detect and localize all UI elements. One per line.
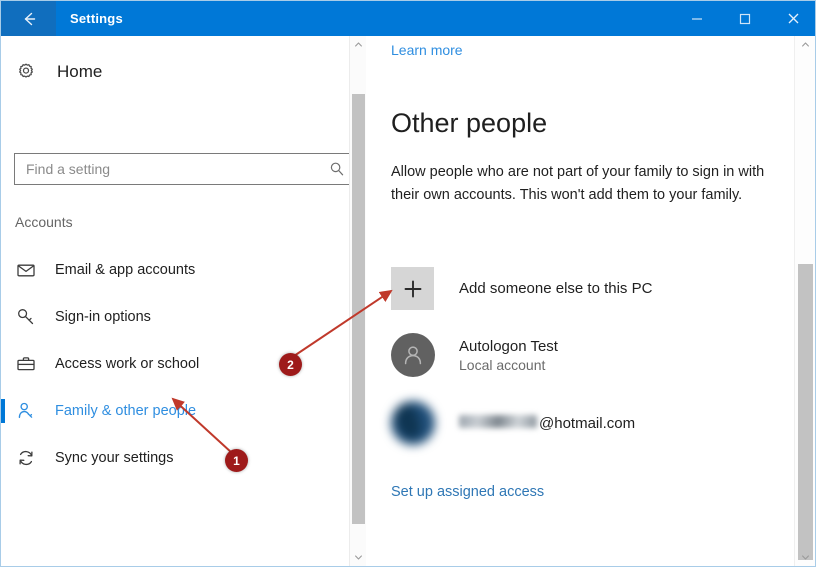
account-name-blurred: @hotmail.com — [459, 414, 636, 432]
key-icon — [15, 306, 37, 328]
add-someone-else-button[interactable]: Add someone else to this PC — [391, 267, 652, 310]
sidebar-item-label: Access work or school — [55, 355, 200, 372]
envelope-icon — [15, 259, 37, 281]
scrollbar-down-button[interactable] — [350, 549, 367, 566]
maximize-button[interactable] — [721, 1, 769, 36]
account-list-item[interactable]: Autologon Test Local account — [391, 333, 558, 377]
minimize-button[interactable] — [673, 1, 721, 36]
scrollbar-thumb[interactable] — [798, 264, 813, 560]
sidebar-item-label: Sync your settings — [55, 449, 174, 466]
sidebar-item-label: Email & app accounts — [55, 261, 196, 278]
sidebar-item-access-work-or-school[interactable]: Access work or school — [1, 340, 341, 387]
title-bar: Settings — [1, 1, 815, 36]
window-body: Home Accounts — [1, 36, 815, 566]
briefcase-icon — [15, 353, 37, 375]
redacted-name — [459, 414, 537, 428]
account-text-block: @hotmail.com — [459, 414, 636, 432]
page-title: Other people — [391, 108, 548, 138]
search-box[interactable] — [14, 153, 352, 185]
person-key-icon — [15, 400, 37, 422]
settings-window: Settings Home Find a setting Accounts Em… — [0, 0, 816, 567]
sidebar-scrollbar[interactable] — [349, 36, 366, 566]
main-scrollbar[interactable] — [794, 36, 815, 566]
sidebar-item-sign-in-options[interactable]: Sign-in options — [1, 293, 341, 340]
back-button[interactable] — [1, 1, 56, 36]
sync-icon — [15, 447, 37, 469]
scrollbar-up-button[interactable] — [350, 36, 367, 53]
add-someone-else-label: Add someone else to this PC — [459, 280, 653, 297]
sidebar-item-label: Family & other people — [55, 402, 197, 419]
close-icon — [786, 11, 801, 26]
settings-main-content: Learn more Other people Allow people who… — [369, 36, 794, 566]
home-nav-item[interactable]: Home — [15, 61, 102, 83]
scrollbar-thumb[interactable] — [352, 94, 365, 524]
photo-avatar-icon — [391, 401, 435, 445]
gear-icon — [15, 61, 37, 83]
sidebar-item-email-app-accounts[interactable]: Email & app accounts — [1, 246, 341, 293]
sidebar-item-label: Sign-in options — [55, 308, 151, 325]
chevron-up-icon — [354, 36, 363, 54]
search-icon[interactable] — [323, 161, 351, 177]
account-text-block: Autologon Test Local account — [459, 338, 558, 373]
close-button[interactable] — [769, 1, 815, 36]
account-subtitle: Local account — [459, 356, 546, 373]
set-up-assigned-access-link[interactable]: Set up assigned access — [391, 484, 544, 500]
person-avatar-icon — [391, 333, 435, 377]
sidebar-nav-list: Email & app accounts Sign-in options Acc… — [1, 246, 341, 481]
sidebar-item-sync-your-settings[interactable]: Sync your settings — [1, 434, 341, 481]
plus-icon — [391, 267, 434, 310]
account-email-domain: @hotmail.com — [539, 414, 636, 432]
scrollbar-down-button[interactable] — [798, 549, 813, 566]
minimize-icon — [690, 12, 704, 26]
account-name: Autologon Test — [459, 337, 558, 355]
chevron-up-icon — [801, 36, 810, 54]
page-description: Allow people who are not part of your fa… — [391, 164, 765, 203]
chevron-down-icon — [801, 549, 810, 567]
home-label: Home — [57, 62, 103, 81]
back-arrow-icon — [19, 9, 39, 29]
settings-sidebar: Home Accounts — [1, 36, 369, 566]
sidebar-section-header: Accounts — [15, 214, 73, 230]
sidebar-item-family-other-people[interactable]: Family & other people — [1, 387, 341, 434]
chevron-down-icon — [354, 549, 363, 567]
search-input[interactable] — [15, 161, 323, 177]
maximize-icon — [738, 12, 752, 26]
account-list-item[interactable]: @hotmail.com — [391, 401, 635, 445]
titlebar-spacer — [123, 1, 673, 36]
learn-more-link[interactable]: Learn more — [391, 42, 463, 58]
scrollbar-up-button[interactable] — [798, 36, 813, 53]
window-title: Settings — [70, 11, 123, 26]
